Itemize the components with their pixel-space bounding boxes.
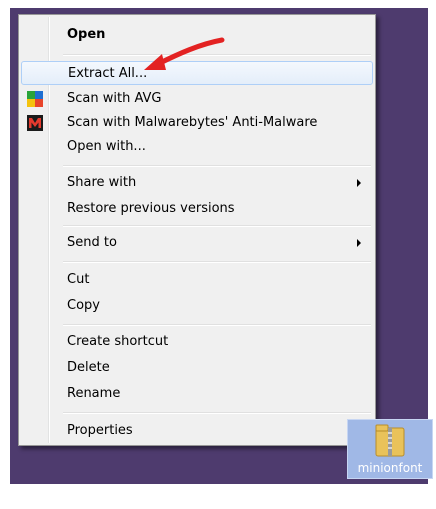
red-arrow-annotation [144,37,225,70]
submenu-arrow-icon [357,179,361,187]
menu-item-send-to[interactable]: Send to [21,231,373,255]
menu-separator [63,412,371,414]
zip-folder-icon [375,424,405,457]
menu-item-label: Create shortcut [67,334,169,349]
menu-item-restore-previous-versions[interactable]: Restore previous versions [21,197,373,221]
menu-separator [63,225,371,227]
menu-item-scan-malwarebytes[interactable]: Scan with Malwarebytes' Anti-Malware [21,111,373,135]
menu-item-label: Scan with Malwarebytes' Anti-Malware [67,115,318,130]
malwarebytes-icon [27,115,43,131]
menu-item-scan-avg[interactable]: Scan with AVG [21,87,373,111]
menu-item-label: Send to [67,235,117,250]
menu-item-create-shortcut[interactable]: Create shortcut [21,330,373,354]
menu-item-label: Share with [67,175,137,190]
menu-item-copy[interactable]: Copy [21,294,373,318]
menu-item-label: Open [67,27,106,42]
menu-item-properties[interactable]: Properties [21,419,373,443]
menu-separator [63,324,371,326]
menu-item-delete[interactable]: Delete [21,356,373,380]
menu-separator [63,165,371,167]
menu-separator [63,261,371,263]
menu-item-label: Properties [67,423,133,438]
menu-item-label: Extract All... [68,66,148,81]
menu-item-rename[interactable]: Rename [21,382,373,406]
file-name-label: minionfont [357,461,423,475]
menu-item-cut[interactable]: Cut [21,268,373,292]
menu-item-label: Open with... [67,139,146,154]
avg-icon [27,91,43,107]
menu-item-label: Scan with AVG [67,91,162,106]
menu-item-open-with[interactable]: Open with... [21,135,373,159]
menu-item-label: Rename [67,386,121,401]
context-menu: Open Extract All... Scan with AVG Scan w… [18,14,376,446]
zip-file-icon-tile[interactable]: minionfont [347,419,433,479]
menu-item-label: Delete [67,360,110,375]
menu-item-label: Copy [67,298,100,313]
menu-item-label: Restore previous versions [67,201,235,216]
menu-item-label: Cut [67,272,90,287]
submenu-arrow-icon [357,239,361,247]
menu-item-share-with[interactable]: Share with [21,171,373,195]
